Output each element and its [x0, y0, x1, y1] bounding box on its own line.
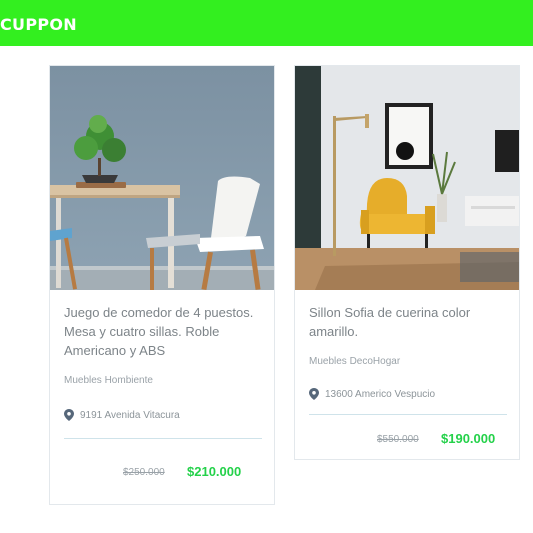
- product-image-dining-set[interactable]: [50, 66, 274, 290]
- product-card[interactable]: Sillon Sofia de cuerina color amarillo. …: [294, 65, 520, 460]
- store-address: 9191 Avenida Vitacura: [64, 409, 180, 421]
- original-price: $550.000: [377, 434, 419, 445]
- sale-price: $210.000: [187, 464, 242, 479]
- divider: [64, 438, 262, 439]
- store-name[interactable]: Muebles DecoHogar: [309, 356, 400, 367]
- brand-logo-text[interactable]: CUPPON: [0, 15, 77, 34]
- store-name[interactable]: Muebles Hombiente: [64, 375, 153, 386]
- top-navbar: CUPPON: [0, 0, 533, 46]
- address-text: 9191 Avenida Vitacura: [80, 409, 180, 421]
- location-pin-icon: [64, 409, 74, 421]
- address-text: 13600 Americo Vespucio: [325, 388, 436, 400]
- divider: [309, 414, 507, 415]
- sale-price: $190.000: [441, 431, 496, 446]
- store-address: 13600 Americo Vespucio: [309, 388, 435, 400]
- product-image-yellow-sofa[interactable]: [295, 66, 519, 290]
- product-title[interactable]: Sillon Sofia de cuerina color amarillo.: [309, 303, 509, 341]
- product-card[interactable]: Juego de comedor de 4 puestos. Mesa y cu…: [49, 65, 275, 505]
- location-pin-icon: [309, 388, 319, 400]
- product-title[interactable]: Juego de comedor de 4 puestos. Mesa y cu…: [64, 303, 264, 360]
- original-price: $250.000: [123, 467, 165, 478]
